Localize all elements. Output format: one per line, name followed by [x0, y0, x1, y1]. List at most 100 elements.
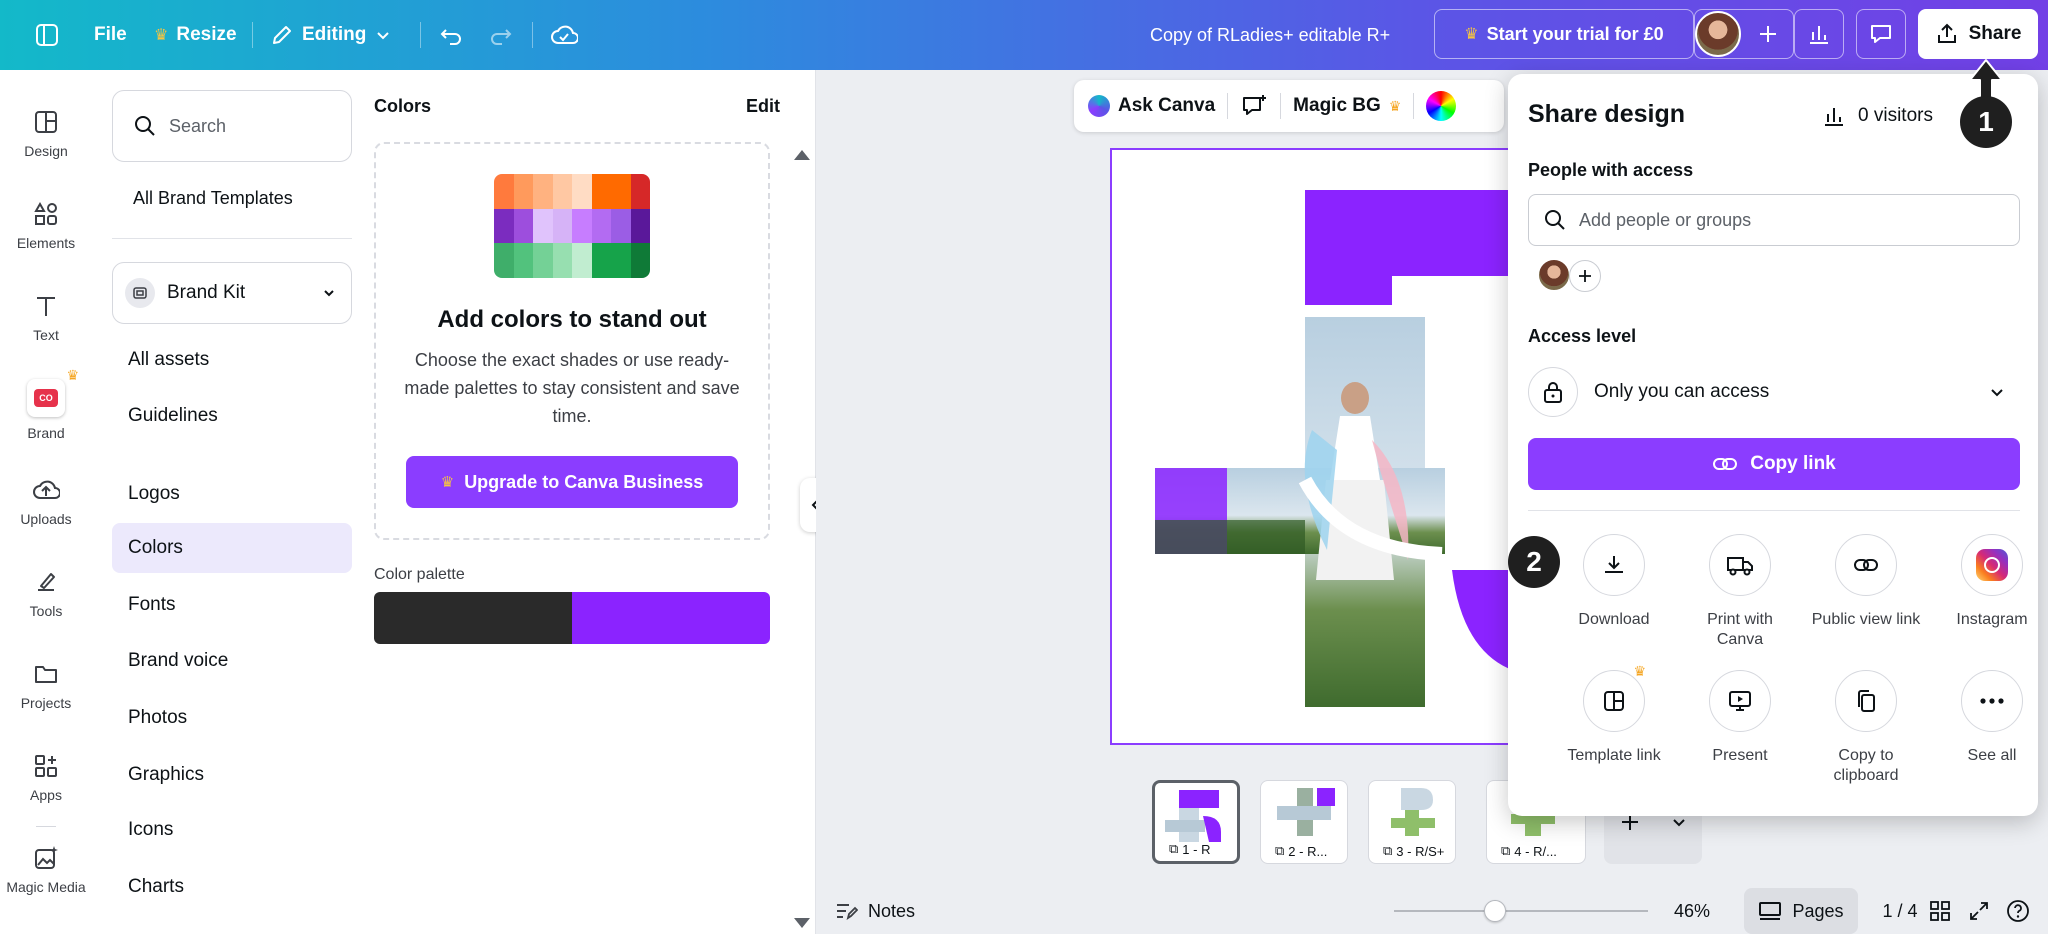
all-brand-templates-link[interactable]: All Brand Templates: [133, 188, 293, 209]
cloud-check-icon: [551, 25, 578, 44]
page-thumbnail[interactable]: ⧉ 2 - R...: [1260, 780, 1348, 864]
rail-design[interactable]: Design: [0, 94, 92, 174]
more-icon: [1980, 698, 2004, 704]
chevron-down-icon: [324, 290, 334, 297]
scroll-up-arrow[interactable]: [794, 150, 810, 160]
template-link-option[interactable]: ♛ Template link: [1554, 663, 1674, 766]
nav-fonts[interactable]: Fonts: [112, 580, 352, 630]
crown-icon: ♛: [1388, 97, 1402, 114]
nav-guidelines[interactable]: Guidelines: [112, 391, 352, 441]
download-icon: [1605, 556, 1623, 573]
crown-icon: ♛: [1464, 26, 1479, 43]
ask-canva-button[interactable]: Ask Canva: [1088, 95, 1215, 117]
canva-logo-icon: [1088, 95, 1110, 117]
help-icon[interactable]: [2006, 899, 2030, 923]
color-picker-icon[interactable]: [1426, 91, 1457, 121]
document-title[interactable]: Copy of RLadies+ editable R+: [1150, 0, 1390, 70]
share-dialog-title: Share design: [1528, 100, 1685, 128]
sidebar-toggle-icon: [36, 24, 58, 46]
resize-button[interactable]: ♛ Resize: [154, 0, 237, 70]
plus-icon: [1579, 270, 1591, 282]
nav-brand-voice[interactable]: Brand voice: [112, 636, 352, 686]
share-button[interactable]: Share: [1918, 9, 2038, 59]
insights-button[interactable]: [1794, 9, 1844, 59]
bar-chart-icon: [1825, 108, 1843, 126]
present-icon: [1729, 691, 1751, 711]
instagram-icon: [1976, 549, 2008, 581]
search-input[interactable]: Search: [112, 90, 352, 162]
nav-photos[interactable]: Photos: [112, 693, 352, 743]
rail-uploads[interactable]: Uploads: [0, 462, 92, 542]
undo-button[interactable]: [438, 0, 464, 70]
nav-all-assets[interactable]: All assets: [112, 335, 352, 385]
rail-apps[interactable]: Apps: [0, 738, 92, 818]
public-view-link-option[interactable]: Public view link: [1806, 534, 1926, 630]
brand-kit-select[interactable]: Brand Kit: [112, 262, 352, 324]
zoom-level[interactable]: 46%: [1674, 901, 1710, 922]
nav-icons[interactable]: Icons: [112, 805, 352, 855]
copy-to-clipboard-option[interactable]: Copy to clipboard: [1806, 670, 1926, 786]
visitors-count[interactable]: 0 visitors: [1822, 104, 1933, 128]
lock-icon: [1544, 382, 1562, 403]
rail-magic-media[interactable]: Magic Media: [0, 830, 92, 910]
add-people-input[interactable]: Add people or groups: [1528, 194, 2020, 246]
zoom-slider[interactable]: [1394, 910, 1648, 912]
scroll-down-arrow[interactable]: [794, 918, 810, 928]
edit-button[interactable]: Edit: [746, 96, 780, 117]
comment-icon: [1871, 25, 1891, 43]
page-thumbnail[interactable]: ⧉ 1 - R: [1152, 780, 1240, 864]
rail-tools[interactable]: Tools: [0, 554, 92, 634]
download-option[interactable]: Download: [1554, 534, 1674, 630]
bottom-bar: Notes 46% Pages 1 / 4: [816, 888, 2048, 934]
upload-icon: [1937, 23, 1956, 43]
start-trial-button[interactable]: ♛ Start your trial for £0: [1434, 9, 1694, 59]
crown-icon: ♛: [66, 367, 79, 383]
editing-mode-button[interactable]: Editing: [270, 0, 392, 70]
grid-view-icon[interactable]: [1929, 900, 1951, 922]
access-level-heading: Access level: [1528, 326, 1637, 346]
nav-charts[interactable]: Charts: [112, 862, 352, 912]
nav-logos[interactable]: Logos: [112, 469, 352, 519]
notes-button[interactable]: Notes: [834, 900, 915, 922]
file-menu[interactable]: File: [94, 0, 127, 70]
see-all-option[interactable]: See all: [1932, 670, 2048, 766]
color-palette-swatches[interactable]: [374, 592, 770, 644]
cloud-save-button[interactable]: [550, 0, 578, 70]
page-thumbnail[interactable]: ⧉ 3 - R/S+: [1368, 780, 1456, 864]
thumbnail-preview: [1391, 788, 1435, 836]
comment-plus-icon[interactable]: [1240, 93, 1268, 119]
color-swatch[interactable]: [572, 592, 770, 644]
sidebar-toggle-button[interactable]: [34, 0, 60, 70]
nav-colors[interactable]: Colors: [112, 523, 352, 573]
comments-button[interactable]: [1856, 9, 1906, 59]
rail-brand[interactable]: CO ♛ Brand: [0, 367, 92, 450]
template-icon: [1604, 691, 1624, 711]
upgrade-button[interactable]: ♛ Upgrade to Canva Business: [406, 456, 738, 508]
tools-icon: [38, 573, 55, 591]
elements-icon: [34, 201, 57, 225]
zoom-slider-handle[interactable]: [1484, 900, 1506, 922]
instagram-option[interactable]: Instagram: [1932, 534, 2048, 630]
present-option[interactable]: Present: [1680, 670, 1800, 766]
avatar[interactable]: [1537, 258, 1571, 292]
thumbnail-preview: [1277, 788, 1335, 836]
collaborators-group[interactable]: [1694, 9, 1794, 59]
avatar: [1695, 11, 1741, 57]
redo-button[interactable]: [488, 0, 514, 70]
copy-link-button[interactable]: Copy link: [1528, 438, 2020, 490]
pages-button[interactable]: Pages: [1744, 888, 1858, 934]
color-swatch[interactable]: [374, 592, 572, 644]
nav-graphics[interactable]: Graphics: [112, 750, 352, 800]
rail-text[interactable]: Text: [0, 278, 92, 358]
design-artboard[interactable]: [1110, 148, 1510, 745]
magic-bg-button[interactable]: Magic BG ♛: [1293, 95, 1401, 117]
fullscreen-icon[interactable]: [1968, 900, 1990, 922]
print-with-canva-option[interactable]: Print with Canva: [1680, 534, 1800, 650]
rail-elements[interactable]: Elements: [0, 186, 92, 266]
access-level-select[interactable]: Only you can access: [1528, 366, 2020, 418]
rail-projects[interactable]: Projects: [0, 646, 92, 726]
promo-title: Add colors to stand out: [437, 306, 707, 333]
color-palette-label: Color palette: [374, 566, 465, 583]
add-person-button[interactable]: [1569, 260, 1601, 292]
pages-icon: [1759, 902, 1782, 920]
